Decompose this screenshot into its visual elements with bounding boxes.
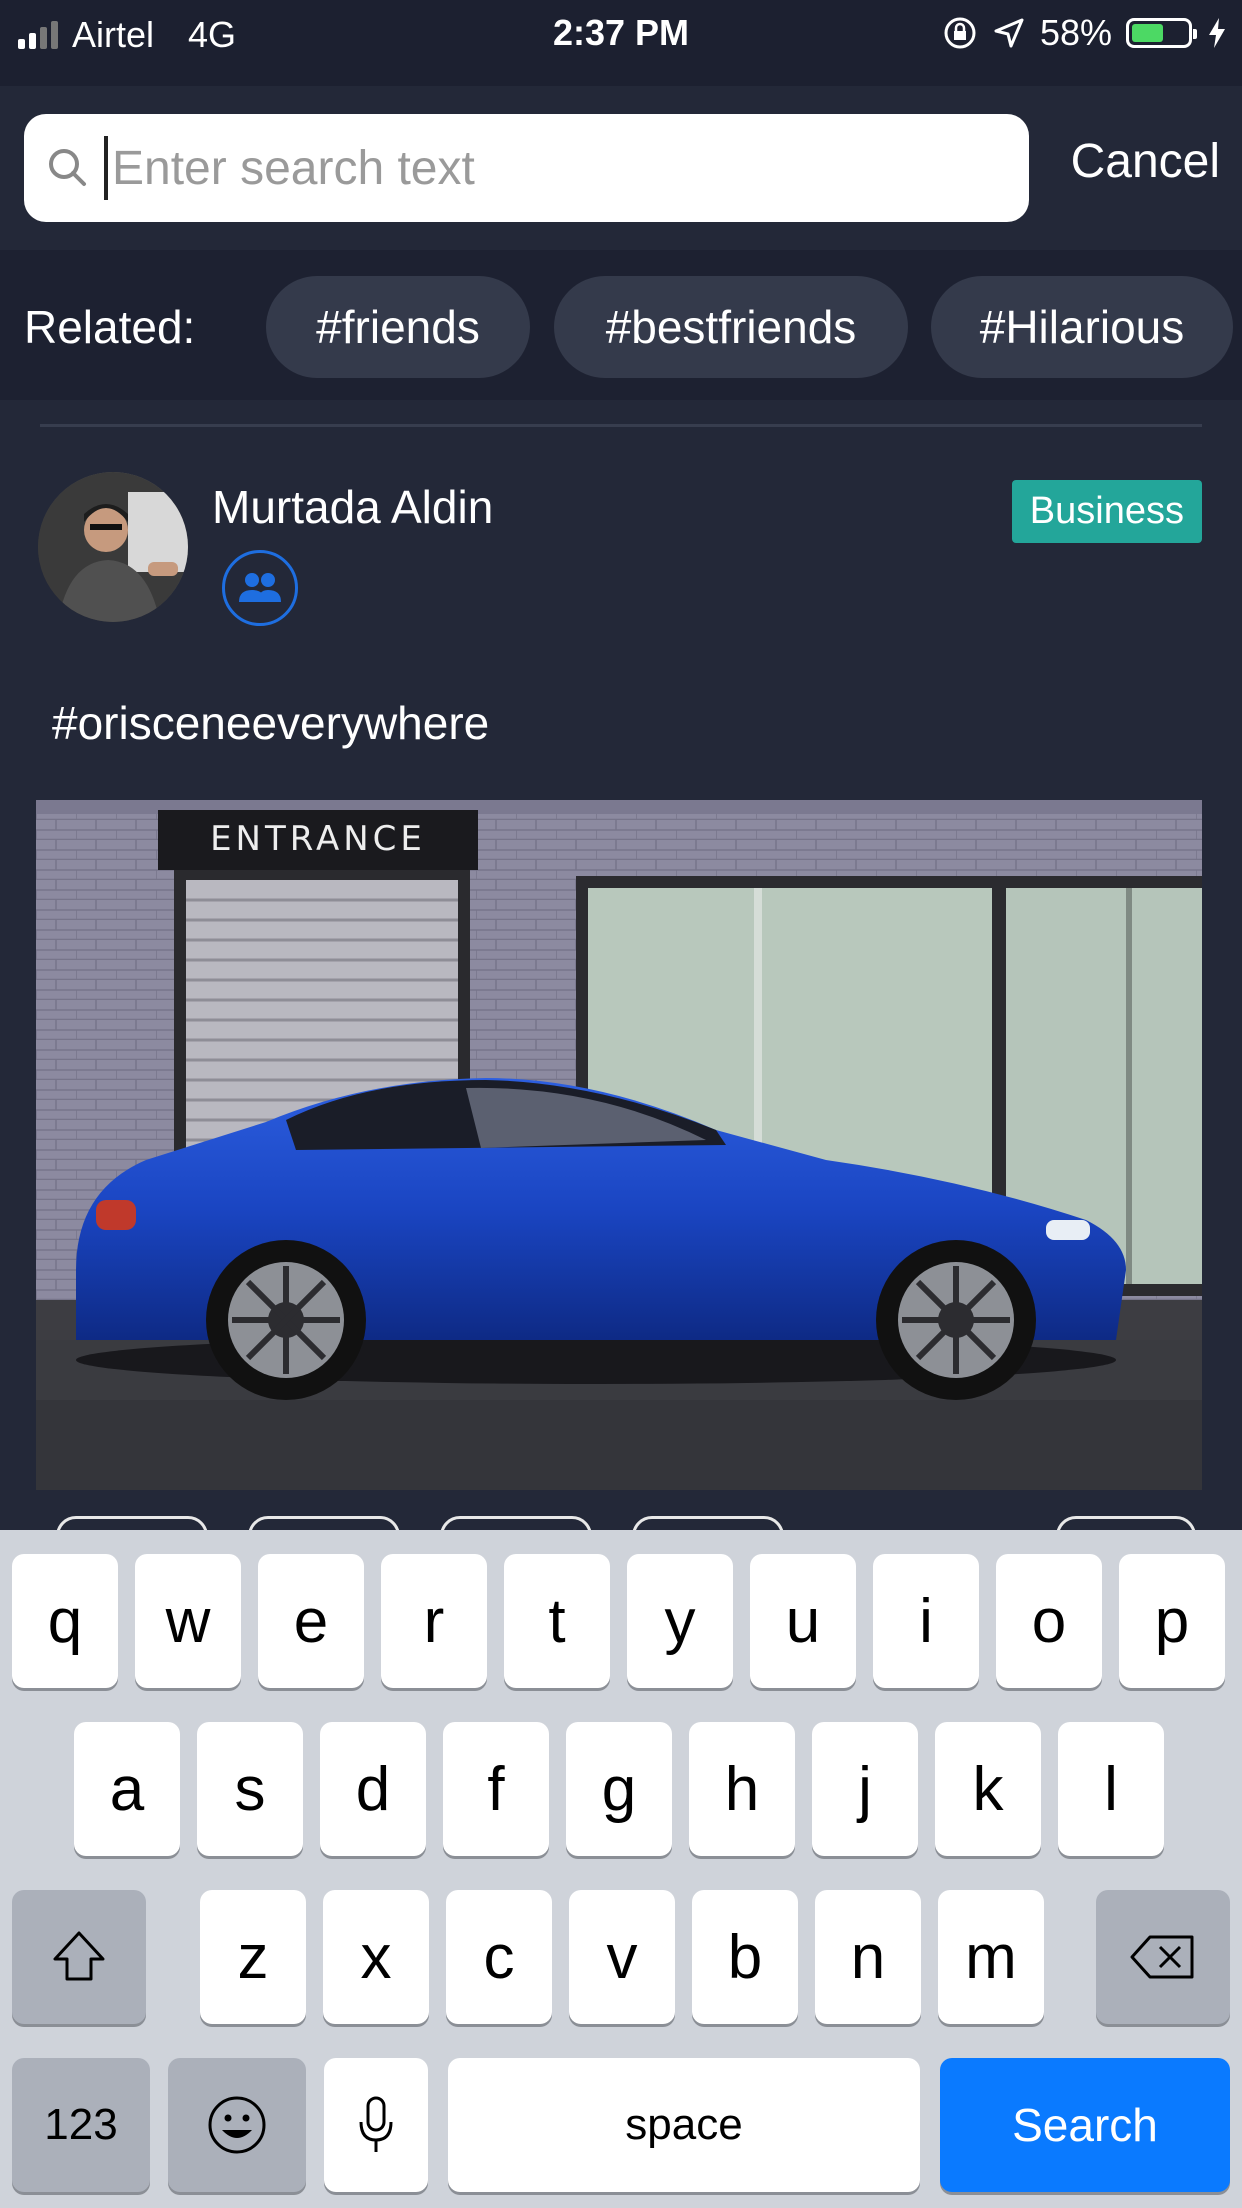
key-f[interactable]: f (443, 1722, 549, 1856)
key-d[interactable]: d (320, 1722, 426, 1856)
keyboard: 123 space Search qwertyuiop asdfghjkl zxcv… (0, 1530, 1242, 2208)
key-y[interactable]: y (627, 1554, 733, 1688)
status-right: 58% (942, 12, 1228, 54)
key-g[interactable]: g (566, 1722, 672, 1856)
emoji-icon (208, 2096, 266, 2154)
dictation-key[interactable] (324, 2058, 428, 2192)
numbers-key[interactable]: 123 (12, 2058, 150, 2192)
key-t[interactable]: t (504, 1554, 610, 1688)
key-c[interactable]: c (446, 1890, 552, 2024)
group-icon[interactable] (222, 550, 298, 626)
key-w[interactable]: w (135, 1554, 241, 1688)
key-p[interactable]: p (1119, 1554, 1225, 1688)
key-r[interactable]: r (381, 1554, 487, 1688)
divider (40, 424, 1202, 427)
tag-bestfriends[interactable]: #bestfriends (554, 276, 908, 378)
battery-percent: 58% (1039, 12, 1112, 53)
key-h[interactable]: h (689, 1722, 795, 1856)
key-q[interactable]: q (12, 1554, 118, 1688)
related-tags-bar: Related: #friends #bestfriends #Hilariou… (0, 250, 1242, 400)
key-m[interactable]: m (938, 1890, 1044, 2024)
post-photo[interactable]: ENTRANCE (36, 800, 1202, 1490)
avatar[interactable] (38, 472, 188, 622)
search-header: Cancel (0, 86, 1242, 250)
search-key[interactable]: Search (940, 2058, 1230, 2192)
search-input[interactable] (110, 139, 994, 197)
key-e[interactable]: e (258, 1554, 364, 1688)
backspace-icon (1130, 1935, 1194, 1979)
rotation-lock-icon (944, 17, 976, 49)
key-i[interactable]: i (873, 1554, 979, 1688)
battery-icon (1126, 18, 1197, 48)
tag-hilarious[interactable]: #Hilarious (931, 276, 1233, 378)
key-k[interactable]: k (935, 1722, 1041, 1856)
feed: Murtada Aldin Business #orisceneeverywhe… (0, 400, 1242, 1556)
post-author[interactable]: Murtada Aldin (212, 480, 493, 534)
key-n[interactable]: n (815, 1890, 921, 2024)
key-s[interactable]: s (197, 1722, 303, 1856)
key-j[interactable]: j (812, 1722, 918, 1856)
key-u[interactable]: u (750, 1554, 856, 1688)
space-key[interactable]: space (448, 2058, 920, 2192)
search-icon (49, 149, 86, 186)
avatar-photo (38, 472, 188, 622)
emoji-key[interactable] (168, 2058, 306, 2192)
shift-icon (53, 1931, 105, 1981)
key-o[interactable]: o (996, 1554, 1102, 1688)
related-label: Related: (24, 301, 196, 353)
key-b[interactable]: b (692, 1890, 798, 2024)
shift-key[interactable] (12, 1890, 146, 2024)
key-v[interactable]: v (569, 1890, 675, 2024)
text-caret (104, 136, 108, 200)
cancel-button[interactable]: Cancel (1071, 134, 1220, 189)
charging-bolt-icon (1209, 18, 1225, 48)
backspace-key[interactable] (1096, 1890, 1230, 2024)
key-l[interactable]: l (1058, 1722, 1164, 1856)
key-z[interactable]: z (200, 1890, 306, 2024)
key-a[interactable]: a (74, 1722, 180, 1856)
car-photo: ENTRANCE (36, 800, 1202, 1490)
microphone-icon (359, 2096, 393, 2152)
tag-friends[interactable]: #friends (266, 276, 530, 378)
location-arrow-icon (994, 18, 1024, 48)
business-badge: Business (1011, 480, 1202, 543)
status-bar: Airtel 4G 2:37 PM 58% (0, 0, 1242, 86)
entrance-sign: ENTRANCE (210, 819, 426, 859)
key-x[interactable]: x (323, 1890, 429, 2024)
search-box[interactable] (24, 114, 1029, 222)
people-icon (239, 573, 281, 602)
post-caption[interactable]: #orisceneeverywhere (52, 696, 489, 750)
